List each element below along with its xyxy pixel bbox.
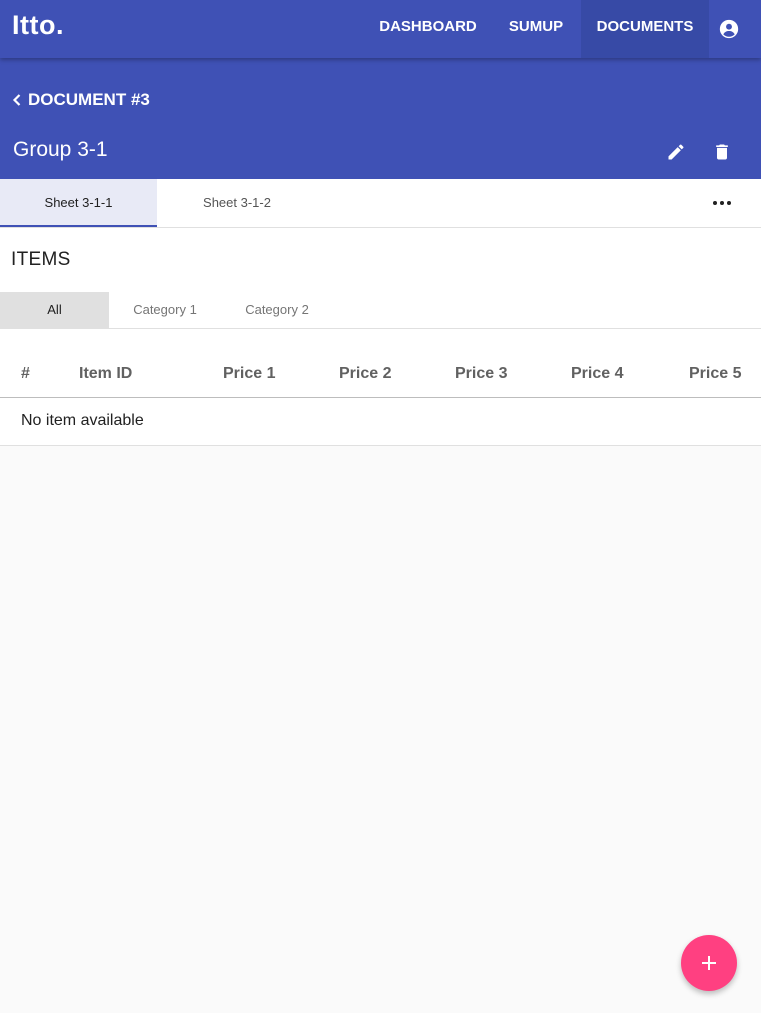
items-title: ITEMS bbox=[11, 249, 71, 270]
edit-group-button[interactable] bbox=[660, 136, 692, 168]
app-bar: Itto. DASHBOARD SUMUP DOCUMENTS bbox=[0, 0, 761, 58]
column-header-price-5[interactable]: Price 5 bbox=[689, 365, 741, 383]
column-header-price-1[interactable]: Price 1 bbox=[223, 365, 275, 383]
column-header-item-id[interactable]: Item ID bbox=[79, 365, 132, 383]
sheet-more-button[interactable] bbox=[708, 189, 736, 217]
column-header-price-3[interactable]: Price 3 bbox=[455, 365, 507, 383]
nav-sumup[interactable]: SUMUP bbox=[496, 0, 576, 58]
category-tabs: All Category 1 Category 2 bbox=[0, 292, 761, 329]
tab-category-1[interactable]: Category 1 bbox=[109, 292, 221, 328]
nav-dashboard[interactable]: DASHBOARD bbox=[366, 0, 490, 58]
add-item-button[interactable] bbox=[681, 935, 737, 991]
plus-icon bbox=[702, 956, 716, 970]
nav-documents[interactable]: DOCUMENTS bbox=[581, 0, 709, 58]
column-header-price-4[interactable]: Price 4 bbox=[571, 365, 623, 383]
column-header-price-2[interactable]: Price 2 bbox=[339, 365, 391, 383]
document-header: DOCUMENT #3 Group 3-1 bbox=[0, 58, 761, 179]
trash-icon bbox=[716, 144, 728, 160]
chevron-left-icon bbox=[12, 94, 21, 106]
tab-sheet-3-1-2[interactable]: Sheet 3-1-2 bbox=[157, 179, 317, 227]
back-to-document-link[interactable]: DOCUMENT #3 bbox=[12, 89, 150, 111]
app-logo[interactable]: Itto. bbox=[12, 10, 64, 41]
empty-message: No item available bbox=[21, 412, 144, 429]
empty-table-row: No item available bbox=[0, 398, 761, 446]
delete-group-button[interactable] bbox=[706, 136, 738, 168]
group-title: Group 3-1 bbox=[13, 138, 108, 161]
pencil-icon bbox=[668, 144, 684, 160]
tab-category-all[interactable]: All bbox=[0, 292, 109, 328]
account-button[interactable] bbox=[709, 0, 749, 58]
column-header-number[interactable]: # bbox=[21, 365, 30, 383]
items-table-header: # Item ID Price 1 Price 2 Price 3 Price … bbox=[0, 353, 761, 398]
tab-category-2[interactable]: Category 2 bbox=[221, 292, 333, 328]
account-circle-icon bbox=[719, 19, 739, 39]
tab-sheet-3-1-1[interactable]: Sheet 3-1-1 bbox=[0, 179, 157, 227]
more-horizontal-icon bbox=[713, 201, 731, 205]
back-link-label: DOCUMENT #3 bbox=[28, 90, 150, 109]
sheet-tabs: Sheet 3-1-1 Sheet 3-1-2 bbox=[0, 179, 761, 228]
items-panel: ITEMS All Category 1 Category 2 # Item I… bbox=[0, 228, 761, 446]
